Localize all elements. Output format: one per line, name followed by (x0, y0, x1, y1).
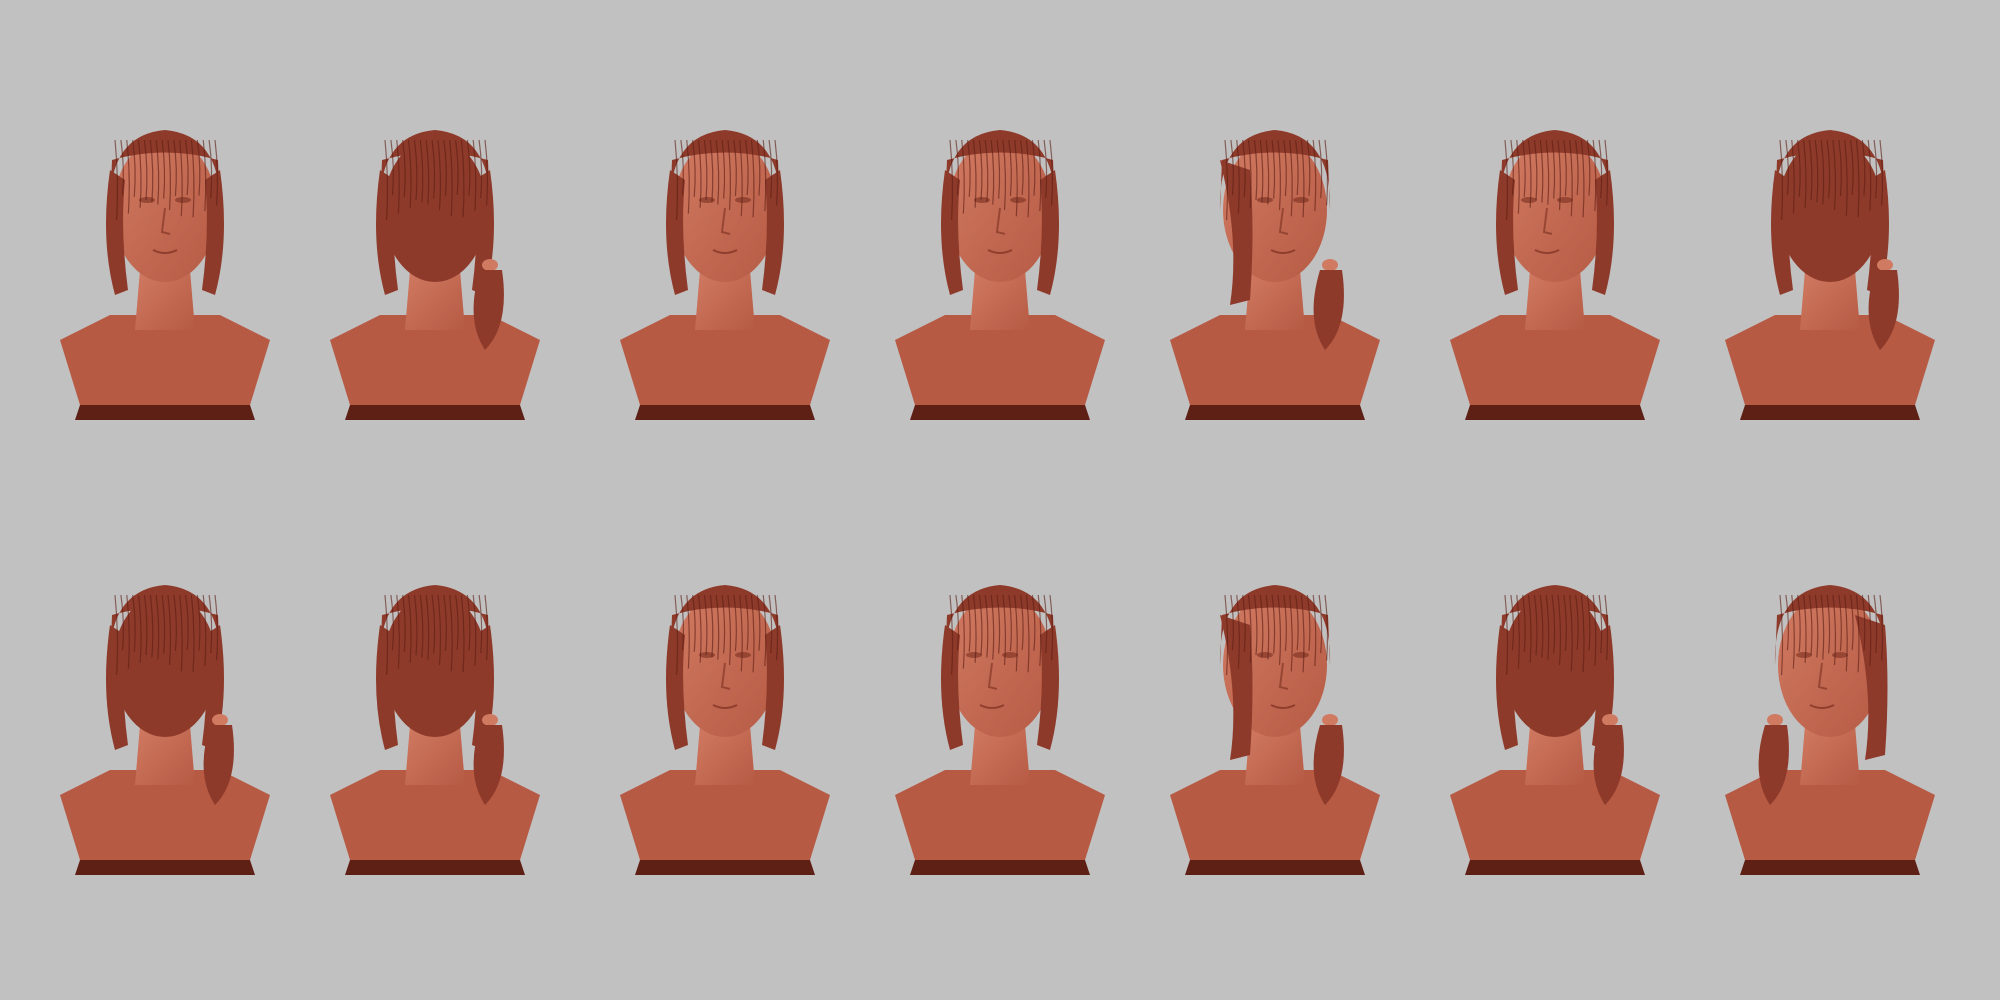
bust-render (60, 585, 270, 875)
bust-render (895, 585, 1105, 875)
bust-render (60, 130, 270, 420)
sculpt-bust-front (610, 90, 840, 430)
bust-render (1450, 585, 1660, 875)
sculpt-bust-back-right-three-quarter (1440, 545, 1670, 885)
bust-render (1725, 130, 1935, 420)
bust-render (330, 130, 540, 420)
sculpt-bust-front (885, 90, 1115, 430)
sculpt-bust-left-three-quarter-tilted (885, 545, 1115, 885)
sculpt-bust-front (50, 90, 280, 430)
bust-render (1170, 585, 1380, 875)
sculpt-bust-right-profile (1160, 90, 1390, 430)
sculpt-bust-right-profile (1160, 545, 1390, 885)
sculpt-bust-back (320, 545, 550, 885)
sculpt-bust-back-left-three-quarter (50, 545, 280, 885)
bust-render (330, 585, 540, 875)
bust-render (895, 130, 1105, 420)
sculpt-bust-back-right-three-quarter (1715, 90, 1945, 430)
bust-render (620, 585, 830, 875)
bust-render (1450, 130, 1660, 420)
bust-render (1170, 130, 1380, 420)
sculpt-bust-front-tilted-down (610, 545, 840, 885)
sculpt-bust-left-three-quarter (1440, 90, 1670, 430)
render-canvas (0, 0, 2000, 1000)
bust-render (620, 130, 830, 420)
bust-render (1725, 585, 1935, 875)
sculpt-bust-left-profile (1715, 545, 1945, 885)
sculpt-bust-back-left-three-quarter (320, 90, 550, 430)
